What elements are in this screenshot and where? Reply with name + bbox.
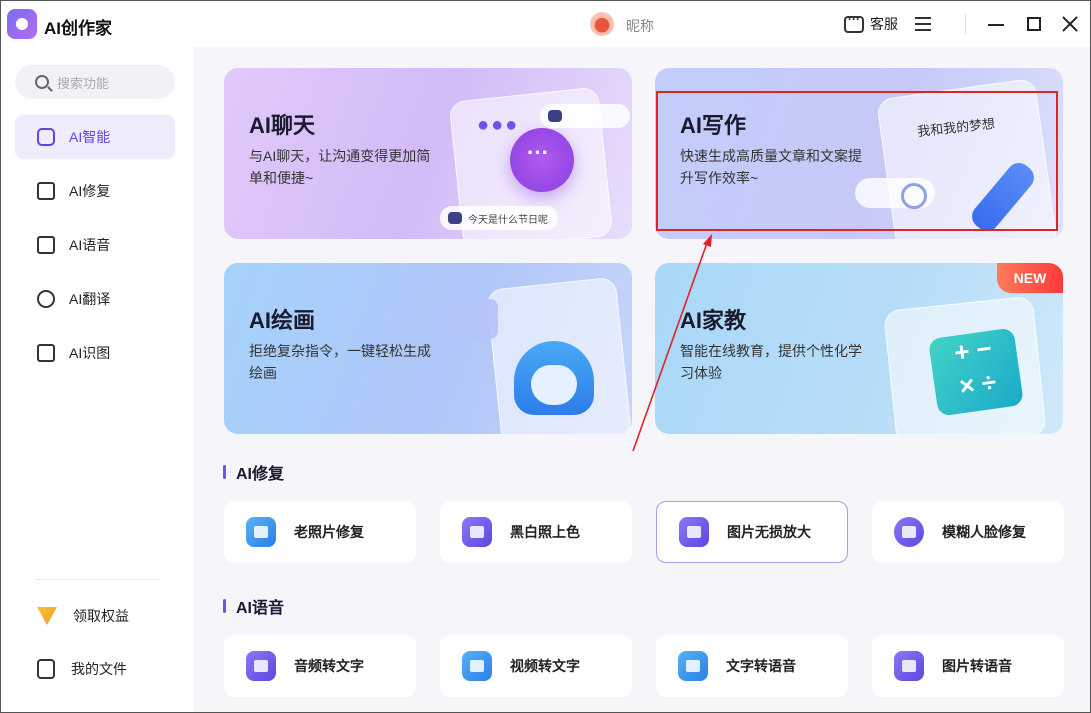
customer-service-button[interactable]: 客服 <box>844 12 898 34</box>
customer-service-label: 客服 <box>870 16 898 32</box>
sidebar-item-label: AI识图 <box>69 345 111 361</box>
audio-to-text-icon <box>246 651 276 681</box>
image-recognition-icon <box>37 344 55 362</box>
section-title-ai-repair: AI修复 <box>223 460 284 484</box>
sidebar-item-ai-translate[interactable]: AI翻译 <box>15 277 175 321</box>
sidebar-item-label: AI翻译 <box>69 291 111 307</box>
close-icon[interactable] <box>1061 15 1079 33</box>
chat-service-icon <box>844 12 864 33</box>
tool-image-to-speech[interactable]: 图片转语音 <box>872 635 1064 697</box>
tool-label: 音频转文字 <box>294 658 364 674</box>
translate-icon <box>37 290 55 308</box>
my-files-button[interactable]: 我的文件 <box>37 659 127 679</box>
tool-label: 文字转语音 <box>726 658 796 674</box>
tool-label: 模糊人脸修复 <box>942 524 1026 540</box>
section-marker <box>223 599 226 613</box>
tool-text-to-speech[interactable]: 文字转语音 <box>656 635 848 697</box>
sidebar-item-ai-voice[interactable]: AI语音 <box>15 223 175 267</box>
section-title-text: AI修复 <box>236 466 285 483</box>
voice-icon <box>37 236 55 254</box>
face-restore-icon <box>894 517 924 547</box>
tool-label: 图片无损放大 <box>727 524 811 540</box>
upscale-icon <box>679 517 709 547</box>
tool-colorize[interactable]: 黑白照上色 <box>440 501 632 563</box>
minimize-icon[interactable] <box>988 24 1004 26</box>
sidebar-item-label: AI智能 <box>69 129 111 145</box>
main-content: AI聊天 与AI聊天，让沟通变得更加简单和便捷~ ●●● 今天是什么节日呢 AI… <box>194 47 1090 712</box>
claim-benefits-button[interactable]: 领取权益 <box>37 606 129 626</box>
app-window: AI创作家 昵称 客服 搜索功能 AI智能 AI修复 AI语音 <box>0 0 1091 713</box>
image-to-speech-icon <box>894 651 924 681</box>
menu-icon[interactable] <box>915 17 931 31</box>
text-to-speech-icon <box>678 651 708 681</box>
search-icon <box>35 75 49 89</box>
section-title-text: AI语音 <box>236 600 285 617</box>
ai-smart-icon <box>37 128 55 146</box>
colorize-icon <box>462 517 492 547</box>
maximize-icon[interactable] <box>1027 17 1041 31</box>
file-icon <box>37 659 55 679</box>
search-input[interactable]: 搜索功能 <box>15 65 175 99</box>
search-placeholder: 搜索功能 <box>57 75 110 91</box>
sidebar-item-ai-image-recognition[interactable]: AI识图 <box>15 331 175 375</box>
tool-label: 老照片修复 <box>294 524 364 540</box>
tool-audio-to-text[interactable]: 音频转文字 <box>224 635 416 697</box>
sidebar-item-label: AI修复 <box>69 183 111 199</box>
tool-video-to-text[interactable]: 视频转文字 <box>440 635 632 697</box>
section-title-ai-voice: AI语音 <box>223 594 284 618</box>
user-nickname[interactable]: 昵称 <box>626 16 654 36</box>
tool-face-restore[interactable]: 模糊人脸修复 <box>872 501 1064 563</box>
sidebar-item-ai-smart[interactable]: AI智能 <box>15 115 175 159</box>
user-avatar[interactable] <box>590 12 614 36</box>
tool-label: 视频转文字 <box>510 658 580 674</box>
claim-benefits-label: 领取权益 <box>73 608 129 624</box>
app-title: AI创作家 <box>44 19 112 38</box>
gift-icon <box>37 607 57 625</box>
old-photo-icon <box>246 517 276 547</box>
video-to-text-icon <box>462 651 492 681</box>
annotation-arrow <box>632 234 712 452</box>
tool-label: 黑白照上色 <box>510 524 580 540</box>
sidebar: 搜索功能 AI智能 AI修复 AI语音 AI翻译 AI识图 领取权益 我的文件 <box>1 47 194 712</box>
titlebar-divider <box>965 14 966 34</box>
my-files-label: 我的文件 <box>71 661 127 677</box>
tool-lossless-upscale[interactable]: 图片无损放大 <box>656 501 848 563</box>
sidebar-item-ai-repair[interactable]: AI修复 <box>15 169 175 213</box>
sidebar-item-label: AI语音 <box>69 237 111 253</box>
tool-old-photo-repair[interactable]: 老照片修复 <box>224 501 416 563</box>
tool-label: 图片转语音 <box>942 658 1012 674</box>
sidebar-divider <box>35 579 160 580</box>
app-logo-icon <box>7 9 37 39</box>
section-marker <box>223 465 226 479</box>
repair-icon <box>37 182 55 200</box>
title-bar: AI创作家 昵称 客服 <box>1 1 1090 47</box>
